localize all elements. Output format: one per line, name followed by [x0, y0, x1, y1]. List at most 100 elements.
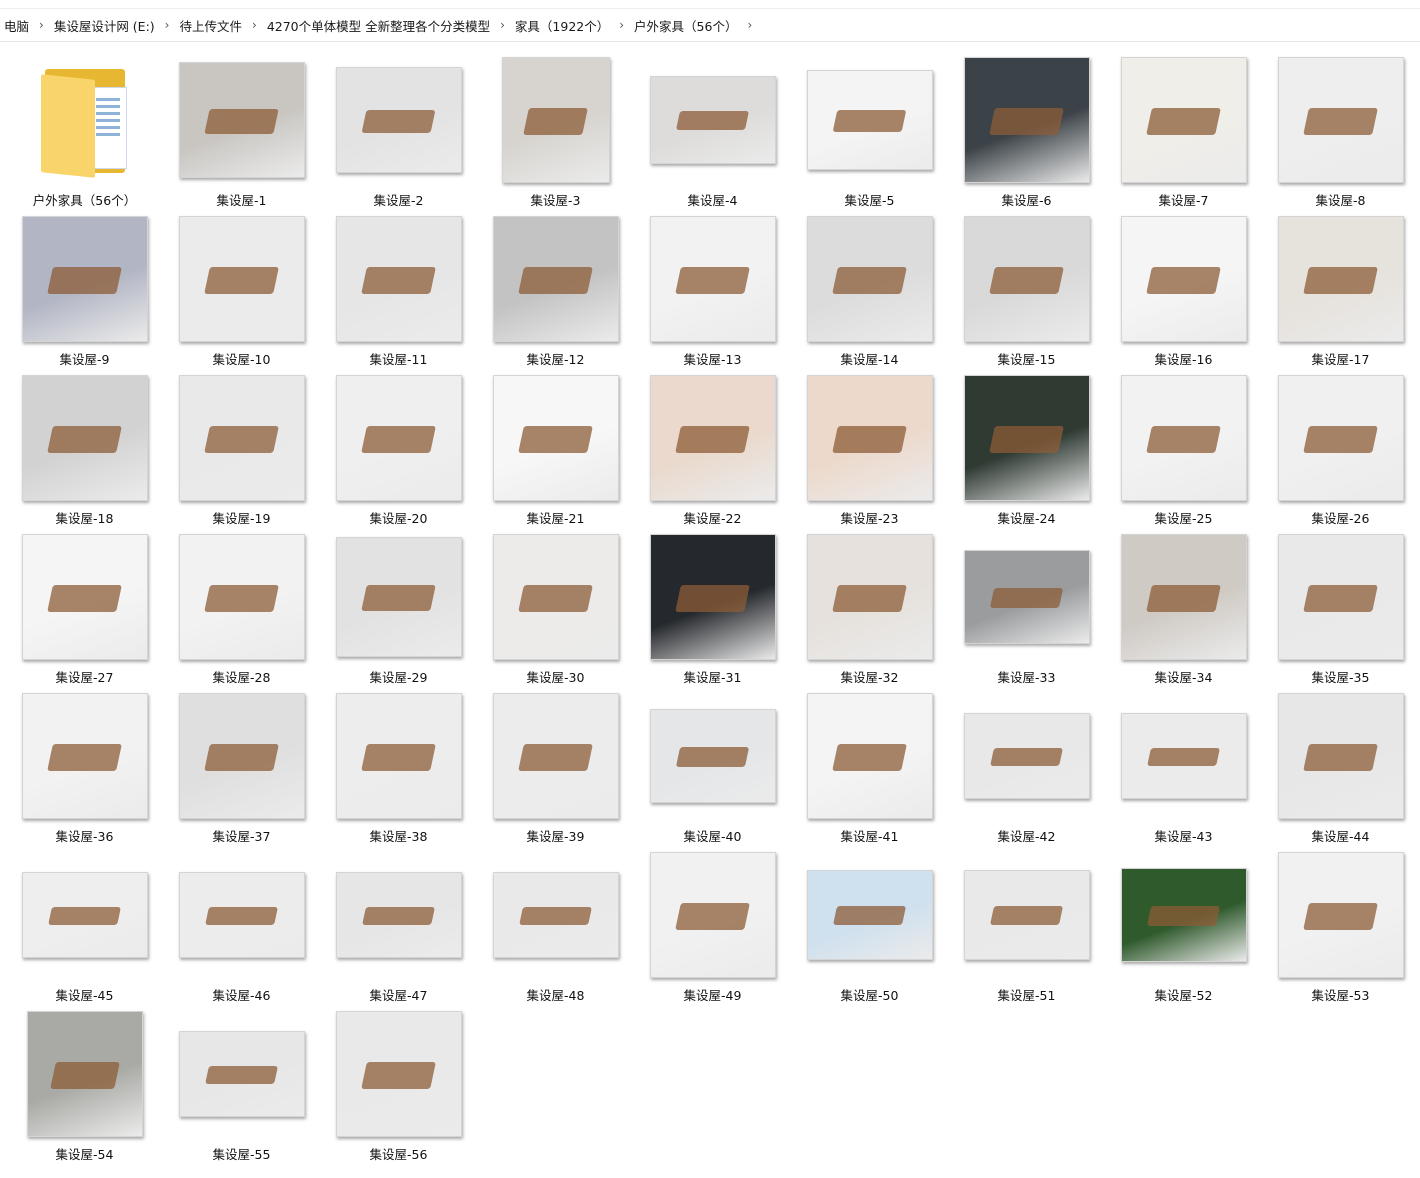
file-label: 集设屋-28	[212, 670, 271, 685]
furniture-shape	[49, 1061, 120, 1089]
file-item[interactable]: 集设屋-9	[6, 211, 163, 370]
breadcrumb-item[interactable]: 户外家具（56个）	[630, 16, 741, 35]
file-item[interactable]: 集设屋-26	[1262, 370, 1419, 529]
file-item[interactable]: 集设屋-12	[477, 211, 634, 370]
file-item[interactable]: 集设屋-41	[791, 688, 948, 847]
chevron-right-icon[interactable]: ›	[246, 18, 263, 32]
file-item[interactable]: 集设屋-6	[948, 52, 1105, 211]
file-item[interactable]: 集设屋-55	[163, 1006, 320, 1165]
file-item[interactable]: 集设屋-50	[791, 847, 948, 1006]
breadcrumb-item[interactable]: 待上传文件	[175, 16, 246, 35]
breadcrumb-item[interactable]: 4270个单体模型 全新整理各个分类模型	[263, 16, 494, 35]
file-item[interactable]: 集设屋-47	[320, 847, 477, 1006]
chevron-right-icon[interactable]: ›	[33, 18, 50, 32]
file-item[interactable]: 集设屋-10	[163, 211, 320, 370]
file-item[interactable]: 集设屋-17	[1262, 211, 1419, 370]
file-item[interactable]: 集设屋-46	[163, 847, 320, 1006]
file-item[interactable]: 集设屋-56	[320, 1006, 477, 1165]
file-label: 集设屋-39	[526, 829, 585, 844]
furniture-shape	[517, 743, 594, 771]
file-item[interactable]: 集设屋-24	[948, 370, 1105, 529]
file-item[interactable]: 集设屋-34	[1105, 529, 1262, 688]
file-item[interactable]: 集设屋-19	[163, 370, 320, 529]
thumbnail-image	[1277, 57, 1404, 183]
furniture-shape	[203, 584, 280, 612]
thumbnail-image	[335, 1011, 462, 1137]
file-item[interactable]: 集设屋-13	[634, 211, 791, 370]
file-item[interactable]: 集设屋-4	[634, 52, 791, 211]
file-label: 集设屋-36	[55, 829, 114, 844]
file-item[interactable]: 集设屋-25	[1105, 370, 1262, 529]
file-item[interactable]: 集设屋-54	[6, 1006, 163, 1165]
furniture-shape	[361, 109, 436, 133]
file-item[interactable]: 集设屋-2	[320, 52, 477, 211]
file-item[interactable]: 集设屋-3	[477, 52, 634, 211]
file-item[interactable]: 集设屋-49	[634, 847, 791, 1006]
furniture-shape	[518, 906, 593, 926]
thumbnail-image	[1120, 57, 1247, 183]
thumbnail-image	[649, 76, 776, 164]
file-item[interactable]: 集设屋-5	[791, 52, 948, 211]
file-item[interactable]: 集设屋-52	[1105, 847, 1262, 1006]
file-item[interactable]: 集设屋-30	[477, 529, 634, 688]
file-item[interactable]: 集设屋-18	[6, 370, 163, 529]
file-label: 集设屋-23	[840, 511, 899, 526]
file-item[interactable]: 集设屋-39	[477, 688, 634, 847]
furniture-shape	[832, 110, 907, 132]
file-item[interactable]: 集设屋-37	[163, 688, 320, 847]
file-label: 集设屋-45	[55, 988, 114, 1003]
file-item[interactable]: 集设屋-22	[634, 370, 791, 529]
file-item[interactable]: 集设屋-11	[320, 211, 477, 370]
file-item[interactable]: 集设屋-43	[1105, 688, 1262, 847]
chevron-right-icon[interactable]: ›	[494, 18, 511, 32]
folder-item[interactable]: 户外家具（56个）	[6, 52, 163, 211]
file-item[interactable]: 集设屋-27	[6, 529, 163, 688]
file-item[interactable]: 集设屋-14	[791, 211, 948, 370]
chevron-right-icon[interactable]: ›	[159, 18, 176, 32]
file-item[interactable]: 集设屋-7	[1105, 52, 1262, 211]
file-item[interactable]: 集设屋-40	[634, 688, 791, 847]
breadcrumb-item[interactable]: 电脑	[0, 16, 33, 35]
file-item[interactable]: 集设屋-38	[320, 688, 477, 847]
file-item[interactable]: 集设屋-8	[1262, 52, 1419, 211]
file-item[interactable]: 集设屋-32	[791, 529, 948, 688]
file-item[interactable]: 集设屋-45	[6, 847, 163, 1006]
file-item[interactable]: 集设屋-53	[1262, 847, 1419, 1006]
thumbnail-image	[1277, 852, 1404, 978]
file-label: 集设屋-22	[683, 511, 742, 526]
file-label: 集设屋-26	[1311, 511, 1370, 526]
thumbnail-image	[178, 1031, 305, 1117]
chevron-right-icon[interactable]: ›	[613, 18, 630, 32]
file-item[interactable]: 集设屋-33	[948, 529, 1105, 688]
file-item[interactable]: 集设屋-29	[320, 529, 477, 688]
file-item[interactable]: 集设屋-44	[1262, 688, 1419, 847]
thumbnail-image	[806, 216, 933, 342]
file-item[interactable]: 集设屋-51	[948, 847, 1105, 1006]
thumbnail-image	[963, 216, 1090, 342]
file-item[interactable]: 集设屋-35	[1262, 529, 1419, 688]
furniture-shape	[1302, 266, 1379, 294]
file-item[interactable]: 集设屋-23	[791, 370, 948, 529]
furniture-shape	[204, 906, 279, 926]
file-item[interactable]: 集设屋-15	[948, 211, 1105, 370]
file-item[interactable]: 集设屋-20	[320, 370, 477, 529]
chevron-right-icon[interactable]: ›	[741, 18, 758, 32]
file-item[interactable]: 集设屋-1	[163, 52, 320, 211]
breadcrumb-item[interactable]: 集设屋设计网 (E:)	[50, 16, 159, 35]
file-item[interactable]: 集设屋-42	[948, 688, 1105, 847]
file-item[interactable]: 集设屋-48	[477, 847, 634, 1006]
file-item[interactable]: 集设屋-31	[634, 529, 791, 688]
file-label: 集设屋-19	[212, 511, 271, 526]
file-label: 集设屋-27	[55, 670, 114, 685]
thumbnail-image	[963, 550, 1090, 644]
file-item[interactable]: 集设屋-16	[1105, 211, 1262, 370]
file-item[interactable]: 集设屋-36	[6, 688, 163, 847]
file-label: 集设屋-8	[1315, 193, 1366, 208]
furniture-shape	[831, 584, 908, 612]
file-item[interactable]: 集设屋-21	[477, 370, 634, 529]
breadcrumb-item[interactable]: 家具（1922个）	[511, 16, 613, 35]
file-label: 集设屋-16	[1154, 352, 1213, 367]
furniture-shape	[675, 746, 750, 768]
file-item[interactable]: 集设屋-28	[163, 529, 320, 688]
file-label: 集设屋-38	[369, 829, 428, 844]
